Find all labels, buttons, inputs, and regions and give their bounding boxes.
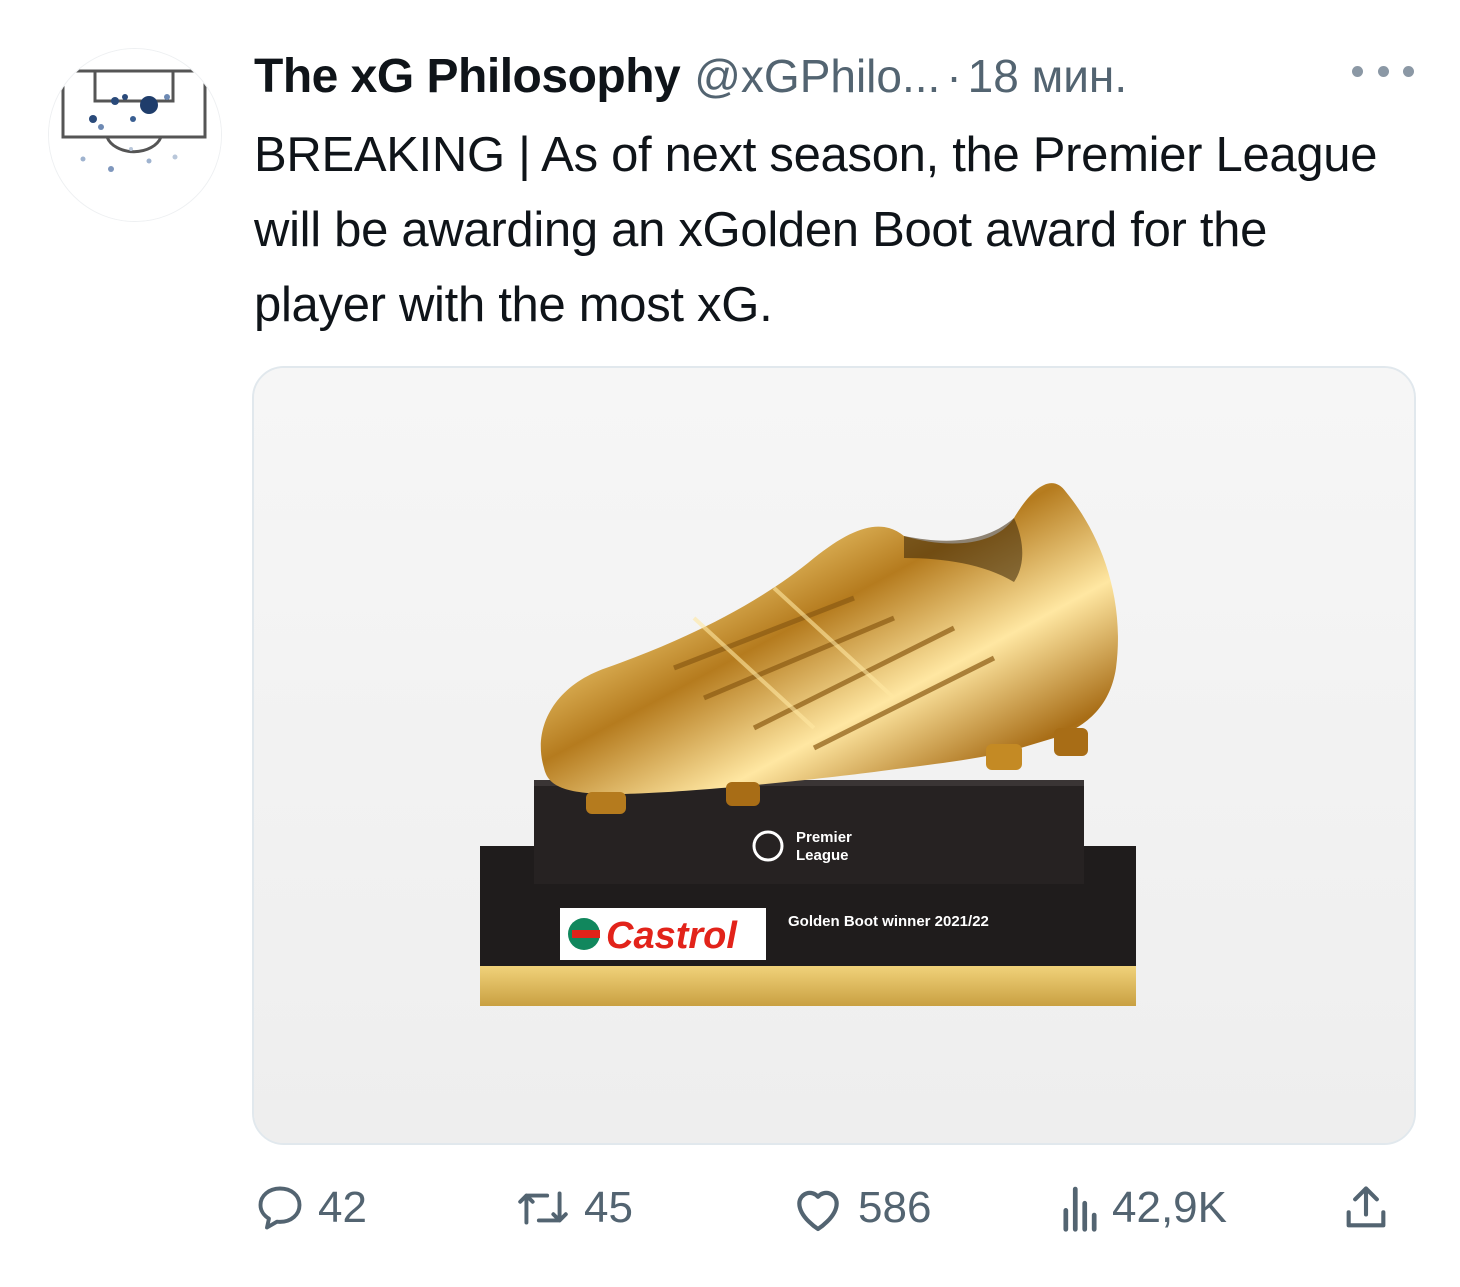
avatar-pitch-image (49, 49, 221, 221)
share-button[interactable] (1340, 1168, 1392, 1248)
separator-dot: · (946, 50, 962, 102)
reply-button[interactable]: 42 (254, 1168, 367, 1248)
more-icon[interactable] (1352, 56, 1414, 86)
views-icon (1060, 1182, 1100, 1234)
retweet-button[interactable]: 45 (514, 1168, 633, 1248)
like-count: 586 (858, 1183, 932, 1232)
like-icon (790, 1182, 846, 1234)
castrol-logo: Castrol (560, 908, 766, 960)
reply-count: 42 (318, 1183, 367, 1232)
pl-logo-line2: League (796, 847, 849, 864)
views-count: 42,9K (1112, 1183, 1227, 1232)
author-handle[interactable]: @xGPhilo... (694, 49, 940, 103)
like-button[interactable]: 586 (790, 1168, 931, 1248)
share-icon (1340, 1182, 1392, 1234)
reply-icon (254, 1182, 306, 1234)
tweet-timestamp[interactable]: 18 мин. (968, 49, 1127, 103)
tweet-media-image[interactable]: Premier League Castrol Golden Boot winne… (252, 366, 1416, 1145)
golden-boot-trophy-image: Premier League Castrol Golden Boot winne… (254, 368, 1414, 1143)
tweet-header: The xG Philosophy @xGPhilo... · 18 мин. (254, 44, 1414, 108)
retweet-icon (514, 1182, 572, 1234)
castrol-wordmark: Castrol (606, 915, 738, 957)
tweet-actions: 42 45 586 42,9K (254, 1168, 1414, 1248)
avatar[interactable] (48, 48, 222, 222)
retweet-count: 45 (584, 1183, 633, 1232)
tweet-text: BREAKING | As of next season, the Premie… (254, 128, 1378, 332)
author-name[interactable]: The xG Philosophy (254, 49, 681, 104)
views-button[interactable]: 42,9K (1060, 1168, 1227, 1248)
pl-logo-line1: Premier (796, 829, 852, 846)
plaque-text: Golden Boot winner 2021/22 (788, 913, 989, 930)
